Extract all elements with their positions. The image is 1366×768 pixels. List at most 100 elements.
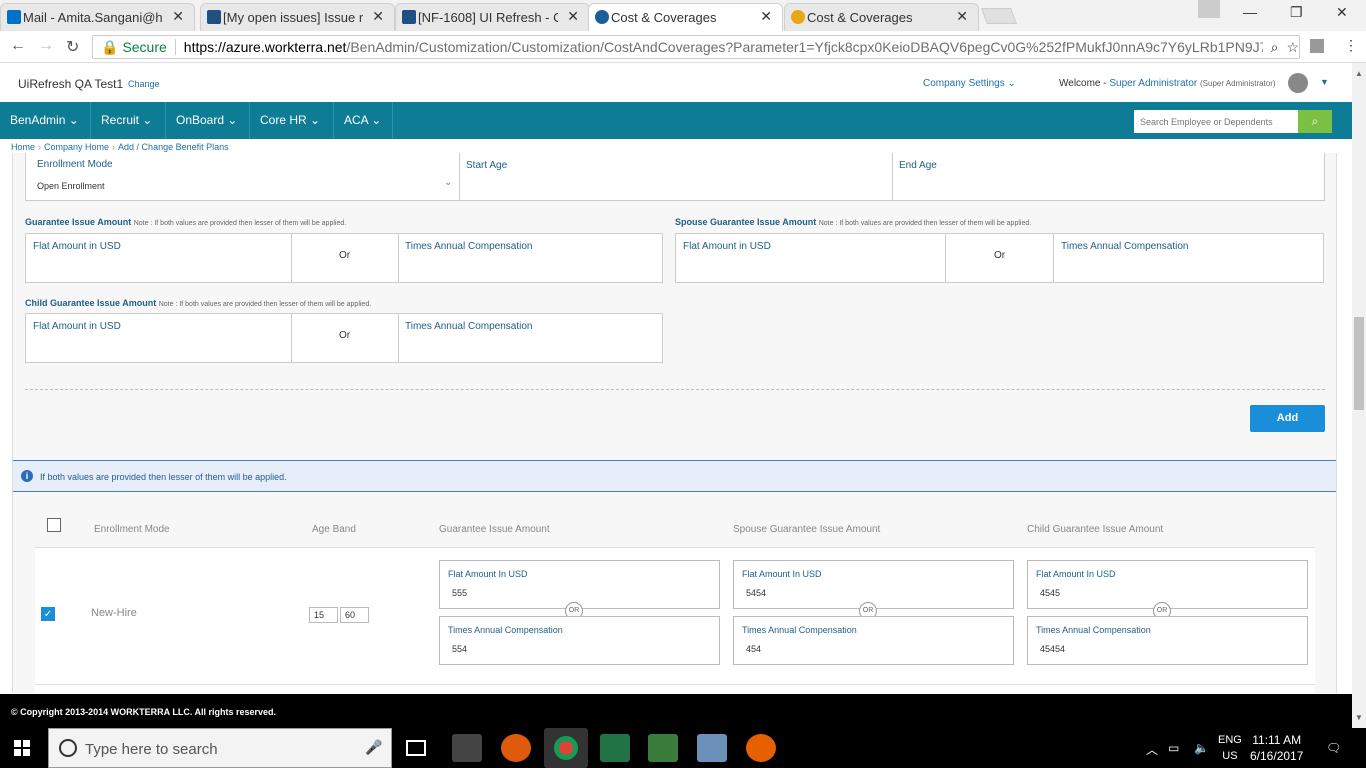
header-guarantee: Guarantee Issue Amount — [439, 524, 550, 535]
age-end-input[interactable]: 60 — [340, 607, 369, 623]
scroll-up-icon[interactable]: ▲ — [1355, 69, 1363, 78]
tray-chevron-icon[interactable]: ︿ — [1146, 741, 1158, 758]
end-age-field[interactable]: End Age — [893, 153, 1325, 200]
nav-recruit[interactable]: Recruit ⌄ — [91, 102, 166, 139]
age-start-input[interactable]: 15 — [309, 607, 338, 623]
menu-icon[interactable]: ⋮ — [1344, 37, 1358, 54]
breadcrumb-benefit-plans[interactable]: Add / Change Benefit Plans — [118, 142, 229, 152]
project-icon[interactable] — [648, 734, 678, 762]
volume-icon[interactable]: 🔈 — [1194, 741, 1209, 755]
app-flame-icon[interactable] — [501, 734, 531, 762]
child-flat-input[interactable]: Flat Amount In USD 4545 — [1027, 560, 1308, 609]
close-icon[interactable]: ✕ — [567, 8, 579, 25]
profile-icon[interactable] — [1198, 0, 1220, 18]
browser-tab-mail[interactable]: Mail - Amita.Sangani@ha ✕ — [0, 3, 195, 31]
page-scrollbar[interactable]: ▲ ▼ — [1352, 63, 1366, 728]
windows-start-icon[interactable] — [14, 740, 30, 756]
spouse-flat-field[interactable]: Flat Amount in USD — [676, 234, 946, 282]
search-button[interactable]: ⌕ — [1298, 110, 1332, 133]
new-tab-button[interactable] — [981, 8, 1017, 24]
row-checkbox[interactable]: ✓ — [41, 607, 55, 621]
url-text: https://azure.workterra.net/BenAdmin/Cus… — [183, 39, 1263, 55]
change-company-link[interactable]: Change — [128, 79, 160, 89]
url-field[interactable]: 🔒 Secure https://azure.workterra.net/Ben… — [92, 35, 1300, 59]
header-age-band: Age Band — [312, 524, 356, 535]
excel-icon[interactable] — [600, 734, 630, 762]
coverage-table: Enrollment Mode Age Band Guarantee Issue… — [35, 509, 1315, 693]
tab-label: Cost & Coverages — [611, 10, 717, 25]
task-view-icon[interactable] — [406, 740, 426, 756]
user-role: (Super Administrator) — [1200, 79, 1276, 88]
breadcrumb: Home › Company Home › Add / Change Benefit P… — [11, 142, 229, 152]
breadcrumb-home[interactable]: Home — [11, 142, 35, 152]
store-icon[interactable] — [452, 734, 482, 762]
browser-tab-cost-coverages-active[interactable]: Cost & Coverages ✕ — [588, 3, 783, 31]
times-annual-label: Times Annual Compensation — [405, 241, 533, 252]
microphone-icon[interactable]: 🎤 — [365, 739, 382, 756]
nav-aca[interactable]: ACA ⌄ — [334, 102, 393, 139]
main-content: Enrollment Mode Open Enrollment ⌄ Start … — [12, 153, 1337, 693]
employee-search-input[interactable] — [1134, 110, 1298, 133]
system-clock[interactable]: 11:11 AM 6/16/2017 — [1250, 732, 1303, 764]
chevron-down-icon: ⌄ — [444, 177, 453, 188]
search-icon: ⌕ — [1311, 114, 1319, 128]
language-indicator[interactable]: ENG US — [1218, 732, 1242, 764]
browser-tab-open-issues[interactable]: [My open issues] Issue na ✕ — [200, 3, 395, 31]
cortana-icon — [59, 739, 77, 757]
browser-tab-nf-1608[interactable]: [NF-1608] UI Refresh - Co ✕ — [395, 3, 590, 31]
guarantee-flat-input[interactable]: Flat Amount In USD 555 — [439, 560, 720, 609]
firefox-icon[interactable] — [746, 734, 776, 762]
select-all-checkbox[interactable] — [47, 518, 61, 532]
close-icon[interactable]: ✕ — [956, 8, 968, 25]
zoom-icon[interactable]: ⌕ — [1271, 39, 1279, 56]
browser-tab-cost-coverages[interactable]: Cost & Coverages ✕ — [784, 3, 979, 31]
tab-label: Cost & Coverages — [807, 10, 913, 25]
guarantee-times-input[interactable]: Times Annual Compensation 554 — [439, 616, 720, 665]
nav-benadmin[interactable]: BenAdmin ⌄ — [0, 102, 91, 139]
child-section-title: Child Guarantee Issue Amount Note : If b… — [25, 298, 372, 308]
restore-icon[interactable]: ❐ — [1290, 4, 1303, 21]
paint-icon[interactable] — [697, 734, 727, 762]
close-window-icon[interactable]: ✕ — [1336, 4, 1348, 21]
back-icon[interactable]: ← — [10, 37, 26, 55]
spouse-times-input[interactable]: Times Annual Compensation 454 — [733, 616, 1014, 665]
scrollbar-thumb[interactable] — [1354, 317, 1364, 410]
main-nav: BenAdmin ⌄ Recruit ⌄ OnBoard ⌄ Core HR ⌄… — [0, 102, 1352, 139]
child-times-field[interactable]: Times Annual Compensation — [398, 314, 662, 362]
start-age-label: Start Age — [466, 160, 508, 171]
user-name[interactable]: Super Administrator — [1109, 78, 1197, 89]
nav-onboard[interactable]: OnBoard ⌄ — [166, 102, 250, 139]
child-flat-field[interactable]: Flat Amount in USD — [26, 314, 292, 362]
guarantee-times-field[interactable]: Times Annual Compensation — [398, 234, 662, 282]
spouse-section-title: Spouse Guarantee Issue Amount Note : If … — [675, 217, 1032, 227]
spouse-flat-input[interactable]: Flat Amount In USD 5454 — [733, 560, 1014, 609]
breadcrumb-company-home[interactable]: Company Home — [44, 142, 109, 152]
scroll-down-icon[interactable]: ▼ — [1355, 713, 1363, 722]
avatar[interactable] — [1288, 73, 1308, 93]
forward-icon[interactable]: → — [38, 37, 54, 55]
tab-label: Mail - Amita.Sangani@ha — [23, 10, 163, 25]
taskbar-search-box[interactable]: Type here to search 🎤 — [48, 728, 392, 768]
child-input-group: Flat Amount in USD Or Times Annual Compe… — [25, 313, 663, 363]
close-icon[interactable]: ✕ — [372, 8, 384, 25]
notifications-icon[interactable]: 🗨 — [1326, 741, 1341, 755]
guarantee-flat-field[interactable]: Flat Amount in USD — [26, 234, 292, 282]
info-message: If both values are provided then lesser … — [40, 472, 287, 482]
reload-icon[interactable]: ↻ — [66, 37, 79, 57]
close-icon[interactable]: ✕ — [760, 8, 772, 25]
info-icon: i — [21, 470, 33, 482]
network-icon[interactable]: ▭ — [1168, 741, 1179, 755]
close-icon[interactable]: ✕ — [172, 8, 184, 25]
extension-icon[interactable] — [1310, 39, 1324, 53]
nav-corehr[interactable]: Core HR ⌄ — [250, 102, 334, 139]
enrollment-mode-select[interactable]: Enrollment Mode Open Enrollment ⌄ — [26, 153, 460, 200]
child-times-input[interactable]: Times Annual Compensation 45454 — [1027, 616, 1308, 665]
minimize-icon[interactable]: — — [1243, 4, 1257, 20]
add-button[interactable]: Add — [1250, 405, 1325, 432]
start-age-field[interactable]: Start Age — [460, 153, 893, 200]
company-settings-menu[interactable]: Company Settings ⌄ — [923, 78, 1016, 89]
user-menu-chevron-icon[interactable]: ▼ — [1320, 77, 1329, 87]
flat-amount-label: Flat Amount in USD — [683, 241, 771, 252]
star-icon[interactable]: ☆ — [1286, 39, 1299, 56]
spouse-times-field[interactable]: Times Annual Compensation — [1053, 234, 1323, 282]
